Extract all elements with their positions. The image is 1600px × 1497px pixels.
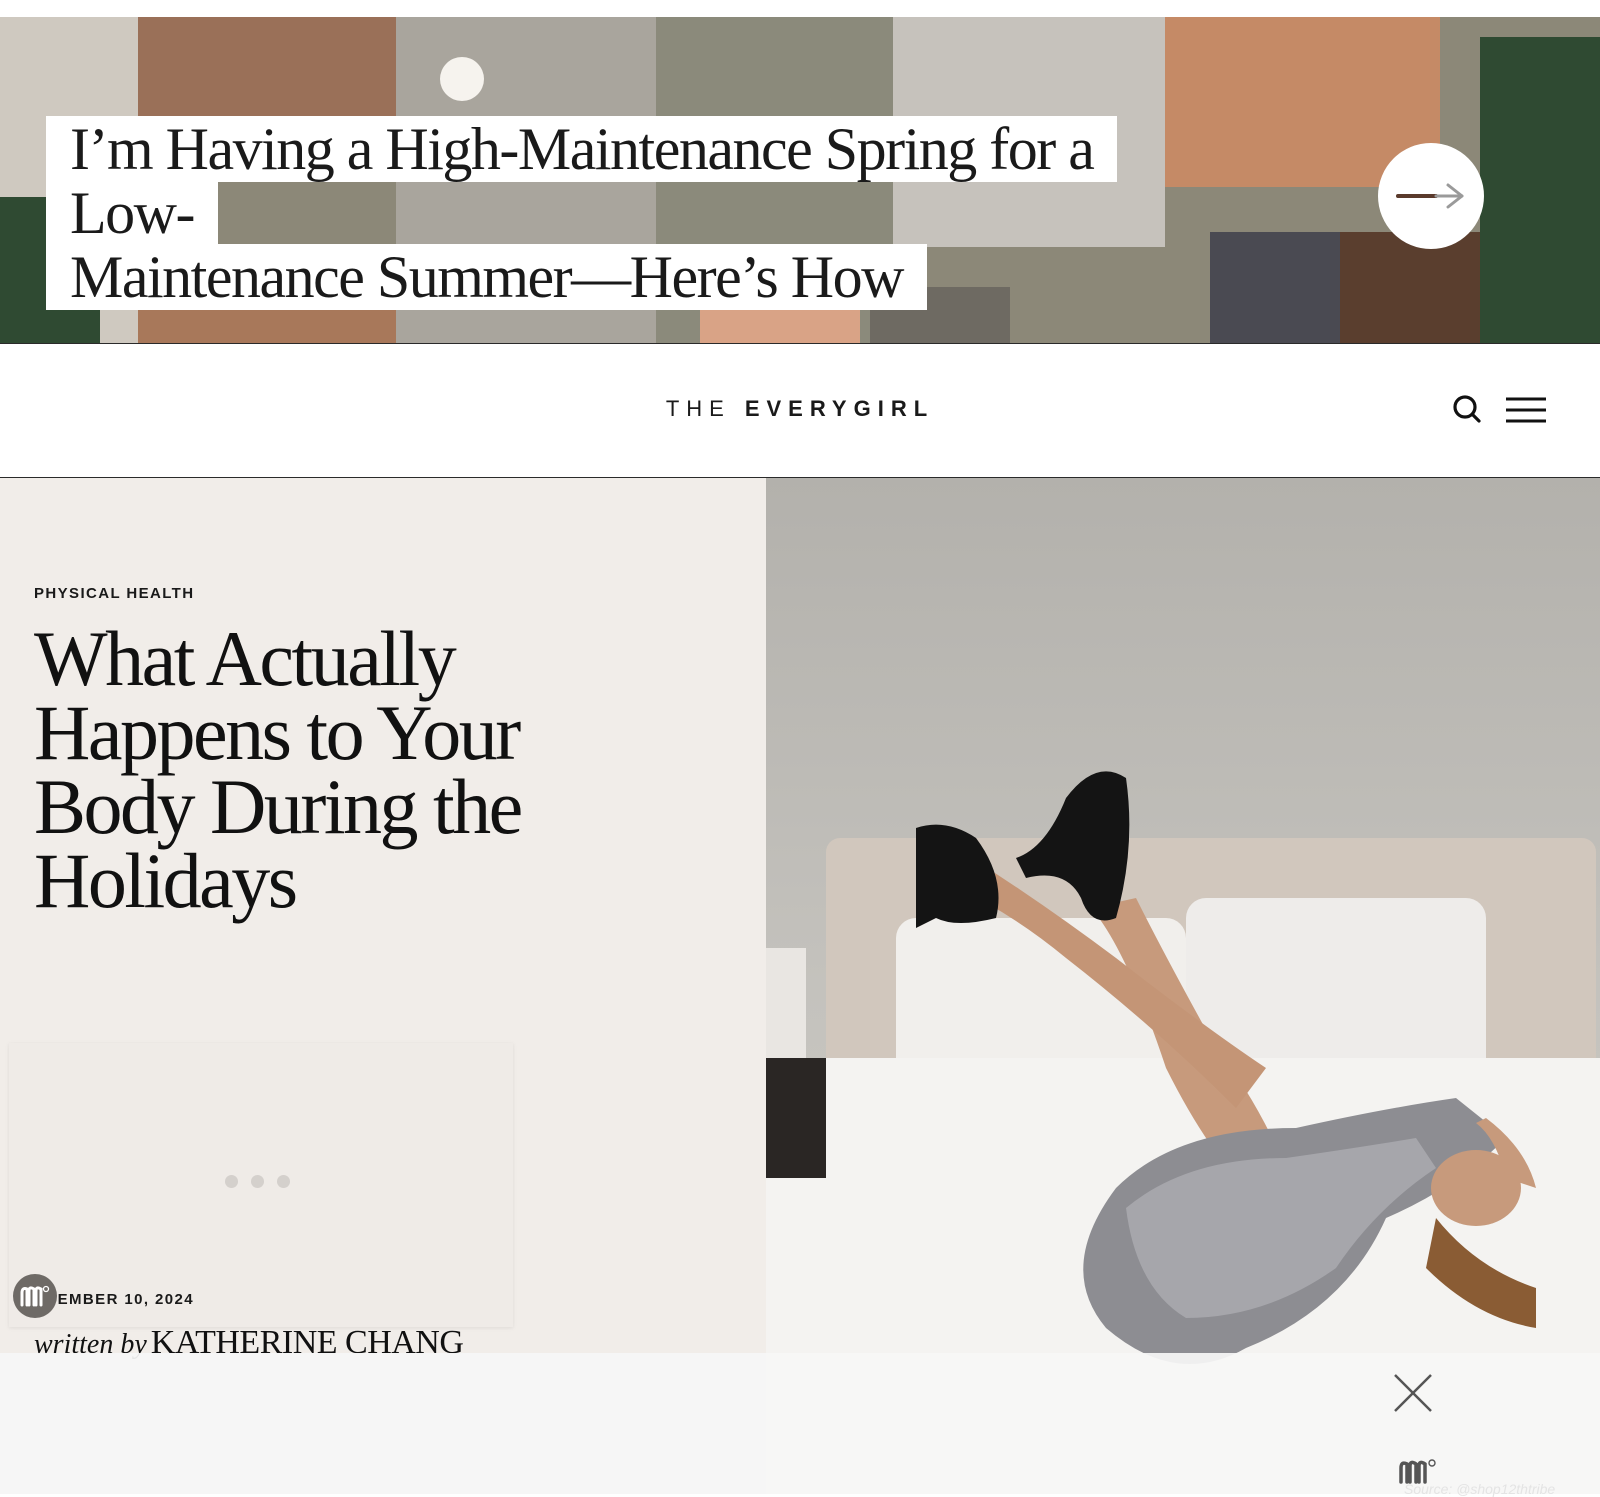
photo-lamp (766, 948, 806, 1058)
article-hero-image (766, 478, 1600, 1494)
category-link[interactable]: PHYSICAL HEALTH (34, 585, 194, 602)
article-hero-text: PHYSICAL HEALTH What Actually Happens to… (0, 478, 766, 1494)
article-title: What Actually Happens to Your Body Durin… (34, 615, 523, 924)
loading-dots-icon (225, 1175, 303, 1193)
logo-the: THE (665, 396, 731, 421)
hamburger-menu-icon[interactable] (1504, 396, 1548, 424)
photo-credit: Source: @shop12thtribe (1404, 1481, 1556, 1497)
photo-model (916, 771, 1536, 1364)
promo-banner[interactable]: I’m Having a High-Maintenance Spring for… (0, 17, 1600, 344)
close-icon[interactable] (1392, 1372, 1434, 1414)
banner-collage-tile (138, 17, 396, 117)
publish-date: ECEMBER 10, 2024 (34, 1291, 194, 1308)
sticky-ad-bar[interactable]: Source: @shop12thtribe (0, 1353, 1600, 1497)
banner-arrow-button[interactable] (1378, 143, 1484, 249)
flower-image (440, 57, 484, 101)
search-icon[interactable] (1452, 394, 1482, 424)
banner-collage-tile (1480, 37, 1600, 343)
logo-brand: EVERYGIRL (744, 396, 935, 421)
ad-placeholder[interactable] (9, 1043, 513, 1327)
site-header: THE EVERYGIRL (0, 344, 1600, 478)
photo-nightstand (766, 1058, 826, 1178)
mediavine-logo-icon[interactable] (13, 1274, 57, 1318)
banner-title-line: Maintenance Summer—Here’s How (46, 244, 927, 310)
banner-title-line: I’m Having a High-Maintenance Spring for… (46, 116, 1118, 246)
site-logo[interactable]: THE EVERYGIRL (0, 396, 1600, 422)
banner-title: I’m Having a High-Maintenance Spring for… (46, 116, 1246, 310)
mediavine-logo-icon-glyph (20, 1285, 50, 1307)
arrow-right-icon (1396, 183, 1464, 209)
